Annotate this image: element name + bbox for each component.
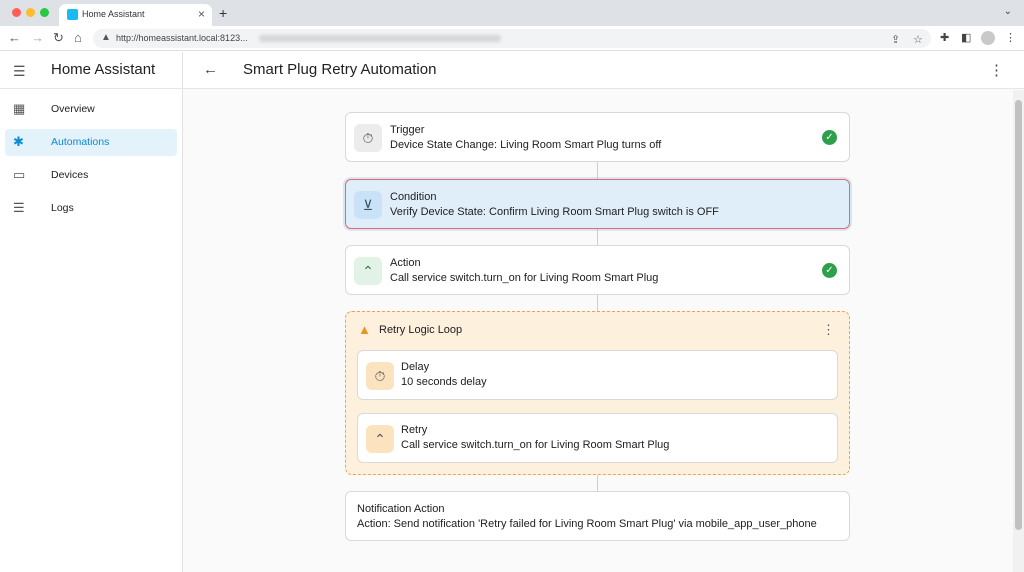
action-title: Action <box>390 257 421 269</box>
home-icon[interactable]: ⌂ <box>74 31 82 45</box>
service-call-icon: ⌃ <box>354 257 382 285</box>
notification-description: Action: Send notification 'Retry failed … <box>357 518 817 530</box>
sidebar-header: ☰ Home Assistant <box>0 52 183 89</box>
browser-tab[interactable]: Home Assistant × <box>59 4 212 26</box>
retry-service-icon: ⌃ <box>366 425 394 453</box>
condition-description: Verify Device State: Confirm Living Room… <box>390 206 719 218</box>
bookmark-star-icon[interactable]: ☆ <box>913 33 923 46</box>
menu-hamburger-icon[interactable]: ☰ <box>13 63 26 80</box>
retry-title: Retry <box>401 424 428 436</box>
warning-triangle-icon: ▲ <box>101 32 111 43</box>
trigger-description: Device State Change: Living Room Smart P… <box>390 139 662 151</box>
flow-connector <box>597 162 598 179</box>
home-assistant-favicon-icon <box>67 9 78 20</box>
flow-connector <box>597 475 598 491</box>
browser-menu-kebab-icon[interactable]: ⋮ <box>1005 31 1016 44</box>
more-options-icon[interactable]: ⋮ <box>989 61 1004 79</box>
extensions-puzzle-icon[interactable]: ✚ <box>940 31 949 44</box>
retry-description: Call service switch.turn_on for Living R… <box>401 439 670 451</box>
loop-more-options-icon[interactable]: ⋮ <box>822 322 835 338</box>
address-bar[interactable]: ▲ http://homeassistant.local:8123... ⇪ ☆ <box>93 29 931 48</box>
sidebar-item-label: Logs <box>51 202 74 214</box>
close-window-button[interactable] <box>12 8 21 17</box>
app-title: Home Assistant <box>51 61 156 78</box>
page-title: Smart Plug Retry Automation <box>243 61 437 78</box>
devices-icon: ▭ <box>13 167 26 182</box>
scrollbar-thumb[interactable] <box>1015 100 1022 530</box>
condition-filter-icon: ⊻ <box>354 191 382 219</box>
sidebar-item-automations[interactable]: ✱ Automations <box>5 129 177 156</box>
tab-search-chevron-icon[interactable]: ⌄ <box>1004 6 1012 17</box>
sidebar-item-label: Overview <box>51 103 95 115</box>
notification-title: Notification Action <box>357 503 445 515</box>
url-blurred-path <box>259 35 501 42</box>
side-panel-icon[interactable]: ◧ <box>961 31 971 44</box>
delay-description: 10 seconds delay <box>401 376 487 388</box>
retry-loop-container[interactable]: ▲ Retry Logic Loop ⋮ ⏱ Delay 10 seconds … <box>345 311 850 475</box>
minimize-window-button[interactable] <box>26 8 35 17</box>
action-card[interactable]: ⌃ Action Call service switch.turn_on for… <box>345 245 850 295</box>
maximize-window-button[interactable] <box>40 8 49 17</box>
trigger-card[interactable]: ⏱ Trigger Device State Change: Living Ro… <box>345 112 850 162</box>
browser-tabbar: Home Assistant × + ⌄ <box>0 0 1024 26</box>
sidebar-item-label: Devices <box>51 169 89 181</box>
retry-card[interactable]: ⌃ Retry Call service switch.turn_on for … <box>357 413 838 463</box>
reload-icon[interactable]: ↻ <box>53 31 64 45</box>
check-circle-icon: ✓ <box>822 263 837 278</box>
delay-card[interactable]: ⏱ Delay 10 seconds delay <box>357 350 838 400</box>
check-circle-icon: ✓ <box>822 130 837 145</box>
forward-arrow-icon[interactable]: → <box>31 31 44 45</box>
back-arrow-icon[interactable]: ← <box>8 31 21 45</box>
browser-toolbar: ← → ↻ ⌂ ▲ http://homeassistant.local:812… <box>0 26 1024 51</box>
sidebar-item-label: Automations <box>51 136 110 148</box>
puzzle-icon: ✱ <box>13 134 24 149</box>
new-tab-button[interactable]: + <box>219 5 227 21</box>
stopwatch-icon: ⏱ <box>366 362 394 390</box>
share-icon[interactable]: ⇪ <box>891 33 900 46</box>
sidebar-item-overview[interactable]: ▦ Overview <box>5 96 177 123</box>
back-arrow-icon[interactable]: ← <box>203 61 218 78</box>
dashboard-icon: ▦ <box>13 101 26 116</box>
flow-connector <box>597 229 598 245</box>
url-text: http://homeassistant.local:8123... <box>116 33 248 43</box>
notification-card[interactable]: Notification Action Action: Send notific… <box>345 491 850 541</box>
sidebar-item-logs[interactable]: ☰ Logs <box>5 195 177 222</box>
tab-title: Home Assistant <box>82 9 145 19</box>
tab-close-icon[interactable]: × <box>198 7 205 21</box>
condition-card[interactable]: ⊻ Condition Verify Device State: Confirm… <box>345 179 850 229</box>
action-description: Call service switch.turn_on for Living R… <box>390 272 659 284</box>
profile-avatar[interactable] <box>981 31 995 45</box>
flow-connector <box>597 295 598 311</box>
delay-title: Delay <box>401 361 430 373</box>
sidebar-item-devices[interactable]: ▭ Devices <box>5 162 177 189</box>
list-icon: ☰ <box>13 200 25 215</box>
condition-title: Condition <box>390 191 437 203</box>
timer-icon: ⏱ <box>354 124 382 152</box>
warning-triangle-icon: ▲ <box>358 322 371 337</box>
trigger-title: Trigger <box>390 124 425 136</box>
sidebar: ☰ Home Assistant ▦ Overview ✱ Automation… <box>0 52 183 572</box>
main-header: ← Smart Plug Retry Automation ⋮ <box>183 52 1024 89</box>
loop-title: Retry Logic Loop <box>379 324 463 336</box>
